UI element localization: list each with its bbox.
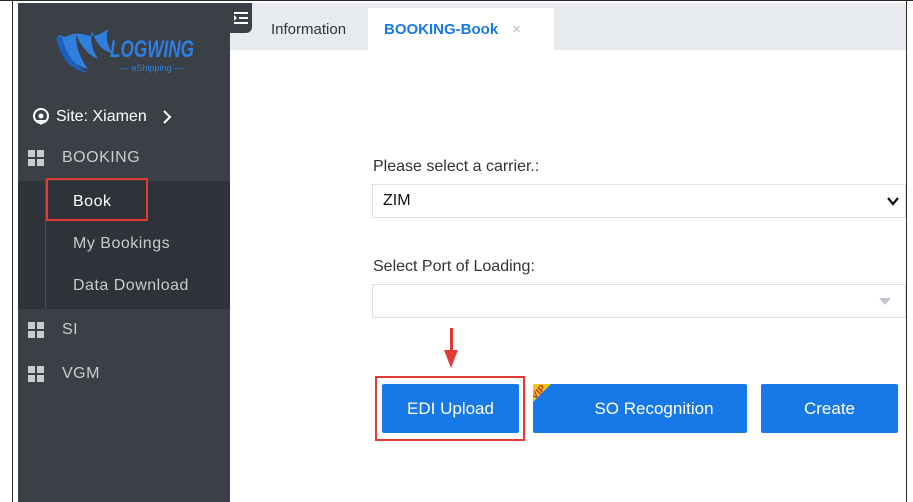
create-label: Create bbox=[803, 398, 856, 418]
tab-label: BOOKING-Book bbox=[384, 20, 499, 38]
menu-item-label: BOOKING bbox=[62, 149, 141, 166]
grid-icon bbox=[28, 366, 44, 382]
site-selector[interactable]: Site: Xiamen bbox=[32, 103, 173, 131]
chevron-right-icon bbox=[163, 110, 172, 124]
logo-tagline-text: — eShipping — bbox=[120, 63, 183, 73]
tab-information[interactable]: Information bbox=[259, 8, 358, 50]
collapse-sidebar-button[interactable] bbox=[230, 3, 252, 33]
menu-collapse-icon bbox=[234, 12, 248, 24]
so-recognition-button[interactable]: VIP SO Recognition bbox=[533, 384, 747, 433]
carrier-select[interactable]: ZIM bbox=[372, 184, 906, 218]
frame-right-border bbox=[906, 0, 907, 502]
frame-top-border bbox=[0, 0, 913, 1]
port-of-loading-label: Select Port of Loading: bbox=[373, 258, 535, 275]
sidebar: LOGWING — eShipping — Site: Xiamen BOOKI… bbox=[18, 3, 230, 502]
submenu-item-label: Data Download bbox=[73, 277, 189, 294]
tab-label: Information bbox=[271, 20, 347, 38]
edi-upload-label: EDI Upload bbox=[407, 398, 494, 418]
chevron-down-icon bbox=[887, 197, 899, 206]
edi-upload-button[interactable]: EDI Upload bbox=[382, 384, 519, 433]
carrier-label: Please select a carrier.: bbox=[373, 158, 540, 175]
tab-booking-book[interactable]: BOOKING-Book × bbox=[368, 8, 554, 50]
submenu-item-data-download[interactable]: Data Download bbox=[73, 266, 189, 306]
menu-item-si[interactable]: SI bbox=[18, 309, 230, 351]
submenu-item-my-bookings[interactable]: My Bookings bbox=[73, 224, 170, 264]
red-down-arrow-icon bbox=[444, 328, 458, 368]
port-of-loading-select[interactable] bbox=[372, 284, 906, 318]
book-highlight-box bbox=[46, 178, 148, 221]
site-value: Xiamen bbox=[92, 108, 147, 125]
dropdown-triangle-icon bbox=[879, 298, 891, 305]
menu-item-vgm[interactable]: VGM bbox=[18, 353, 230, 395]
submenu-item-label: My Bookings bbox=[73, 235, 171, 252]
site-label: Site: bbox=[56, 108, 89, 125]
logo: LOGWING — eShipping — bbox=[56, 29, 194, 73]
menu-item-label: SI bbox=[62, 321, 79, 338]
grid-icon bbox=[28, 150, 44, 166]
so-recognition-label: SO Recognition bbox=[594, 398, 714, 418]
frame-left-border bbox=[12, 0, 13, 502]
menu-item-booking[interactable]: BOOKING bbox=[18, 137, 230, 179]
close-icon[interactable]: × bbox=[512, 21, 521, 38]
wing-logo-icon bbox=[56, 29, 112, 73]
location-pin-icon bbox=[33, 108, 49, 125]
vip-badge-icon: VIP bbox=[533, 384, 551, 402]
carrier-select-value: ZIM bbox=[383, 192, 411, 209]
grid-icon bbox=[28, 322, 44, 338]
logo-brand-text: LOGWING bbox=[110, 36, 194, 63]
menu-item-label: VGM bbox=[62, 365, 100, 382]
create-button[interactable]: Create bbox=[761, 384, 898, 433]
